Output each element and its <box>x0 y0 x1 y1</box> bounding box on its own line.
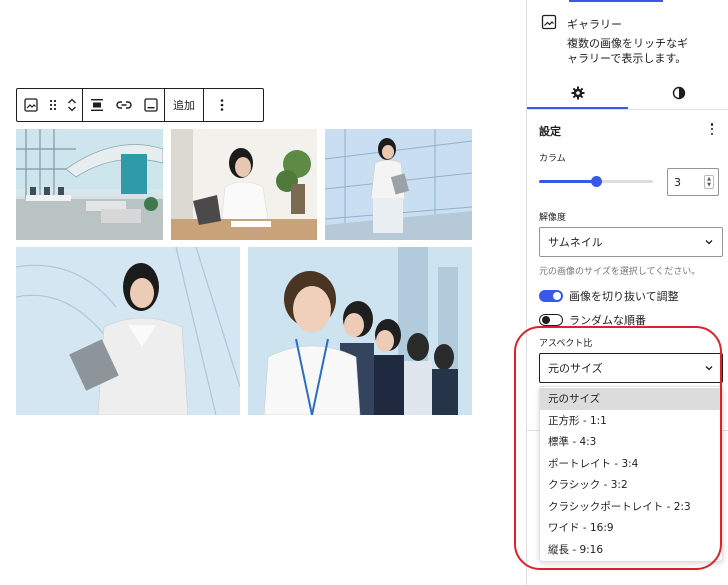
spinner-down-icon[interactable]: ▼ <box>707 182 711 188</box>
chevron-down-icon <box>705 366 713 371</box>
gallery-image-walking-woman[interactable] <box>325 129 472 240</box>
gallery-icon[interactable] <box>17 89 44 121</box>
tab-settings[interactable] <box>527 76 628 109</box>
gallery-image-business-group[interactable] <box>248 247 472 415</box>
panel-options-icon[interactable] <box>706 121 718 137</box>
block-inspector-sidebar: ギャラリー 複数の画像をリッチなギャラリーで表示します。 設定 カラム 3 ▲ … <box>526 0 728 585</box>
gallery-block-icon <box>541 14 557 30</box>
random-order-toggle-label: ランダムな順番 <box>569 314 646 327</box>
random-order-toggle-row: ランダムな順番 <box>539 312 646 328</box>
sidebar-tab-indicator <box>569 0 663 2</box>
inspector-tabs <box>527 76 728 109</box>
block-description: 複数の画像をリッチなギャラリーで表示します。 <box>567 37 688 65</box>
aspect-option[interactable]: クラシックポートレイト - 2:3 <box>540 496 722 518</box>
resolution-label: 解像度 <box>539 213 567 223</box>
gallery-image-laptop-woman[interactable] <box>171 129 317 240</box>
aspect-ratio-select[interactable]: 元のサイズ <box>539 353 723 383</box>
columns-spinner[interactable]: ▲ ▼ <box>704 175 714 189</box>
aspect-option[interactable]: ポートレイト - 3:4 <box>540 453 722 475</box>
aspect-ratio-dropdown: 元のサイズ 正方形 - 1:1 標準 - 4:3 ポートレイト - 3:4 クラ… <box>539 386 723 562</box>
gallery-image-office[interactable] <box>16 129 163 240</box>
columns-value: 3 <box>674 175 681 189</box>
gallery-block[interactable] <box>16 129 472 415</box>
aspect-ratio-label: アスペクト比 <box>539 339 593 349</box>
move-down-icon[interactable] <box>67 105 77 113</box>
toolbar-group-tools <box>83 89 165 121</box>
aspect-option[interactable]: 元のサイズ <box>540 388 722 410</box>
toolbar-group-add: 追加 <box>165 89 204 121</box>
columns-slider[interactable] <box>539 176 653 187</box>
tab-styles[interactable] <box>628 76 728 109</box>
aspect-option[interactable]: ワイド - 16:9 <box>540 517 722 539</box>
resolution-selected-value: サムネイル <box>548 236 603 249</box>
aspect-option[interactable]: クラシック - 3:2 <box>540 474 722 496</box>
aspect-ratio-selected-value: 元のサイズ <box>548 362 603 375</box>
toolbar-group-options <box>204 89 240 121</box>
toolbar-group-block <box>17 89 83 121</box>
more-options-icon[interactable] <box>204 89 240 121</box>
resolution-select[interactable]: サムネイル <box>539 227 723 257</box>
chevron-down-icon <box>705 240 713 245</box>
align-icon[interactable] <box>83 89 110 121</box>
caption-icon[interactable] <box>137 89 164 121</box>
resolution-help-text: 元の画像のサイズを選択してください。 <box>539 267 701 277</box>
gear-icon <box>571 86 584 99</box>
tabs-divider <box>527 109 728 110</box>
aspect-option[interactable]: 縦長 - 9:16 <box>540 539 722 561</box>
block-mover <box>62 89 82 121</box>
settings-panel-title: 設定 <box>539 125 561 138</box>
aspect-option[interactable]: 標準 - 4:3 <box>540 431 722 453</box>
drag-handle-icon[interactable] <box>44 89 62 121</box>
crop-toggle[interactable] <box>539 290 563 302</box>
columns-number-input[interactable]: 3 ▲ ▼ <box>667 168 719 196</box>
crop-toggle-row: 画像を切り抜いて調整 <box>539 288 679 304</box>
columns-label: カラム <box>539 154 566 164</box>
gallery-image-tablet-woman[interactable] <box>16 247 240 415</box>
columns-slider-thumb[interactable] <box>591 176 602 187</box>
aspect-option[interactable]: 正方形 - 1:1 <box>540 410 722 432</box>
random-order-toggle[interactable] <box>539 314 563 326</box>
block-title: ギャラリー <box>567 18 622 31</box>
move-up-icon[interactable] <box>67 97 77 105</box>
crop-toggle-label: 画像を切り抜いて調整 <box>569 290 679 303</box>
half-circle-contrast-icon <box>672 86 685 99</box>
block-toolbar: 追加 <box>16 88 264 122</box>
add-button[interactable]: 追加 <box>165 89 203 121</box>
columns-slider-fill <box>539 180 596 183</box>
link-icon[interactable] <box>110 89 137 121</box>
